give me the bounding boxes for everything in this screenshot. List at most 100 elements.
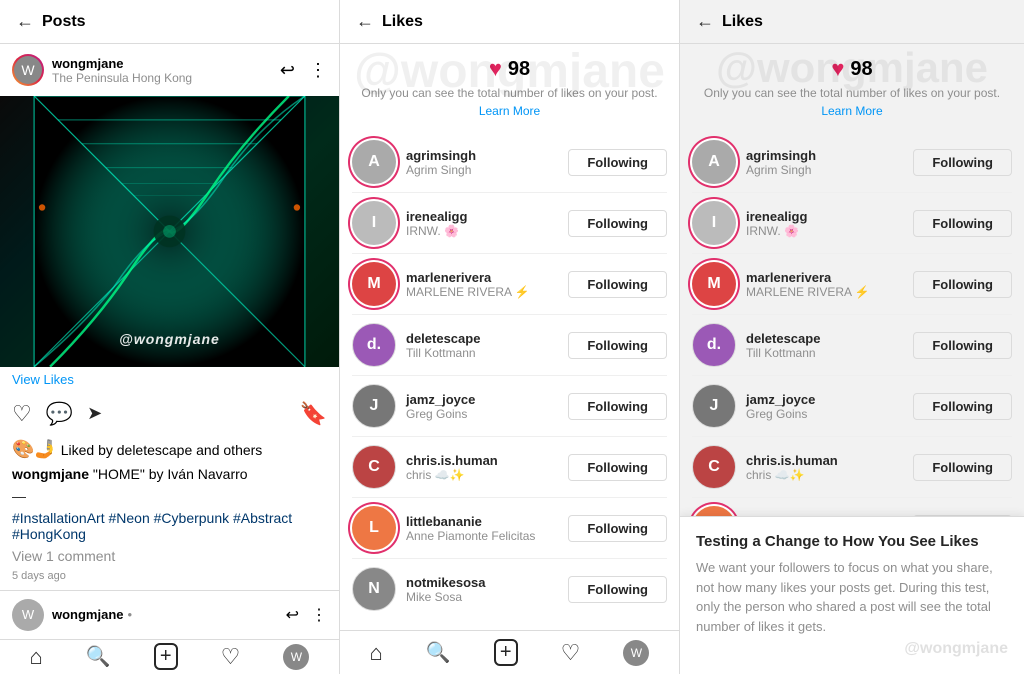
nav-home-2[interactable]: ⌂: [370, 640, 383, 666]
like-user-info: notmikesosaMike Sosa: [406, 575, 558, 604]
bottom-reply-icon[interactable]: ↩: [286, 605, 299, 625]
reply-icon[interactable]: ↩: [280, 60, 295, 81]
like-user-info: marleneriveraMARLENE RIVERA ⚡: [746, 270, 903, 299]
caption-username[interactable]: wongmjane: [12, 466, 89, 482]
comment-icon[interactable]: 💬: [46, 401, 73, 427]
share-icon[interactable]: ➤: [87, 403, 102, 424]
bookmark-icon[interactable]: 🔖: [300, 401, 327, 427]
post-caption: wongmjane "HOME" by Iván Navarro: [0, 464, 339, 486]
follow-button[interactable]: Following: [913, 210, 1012, 237]
like-item: d. deletescapeTill Kottmann Following: [340, 315, 679, 375]
like-item: Cchris.is.humanchris ☁️✨Following: [340, 437, 679, 497]
likes-panel-3: ← Likes @wongmjane ♥ 98 Only you can see…: [680, 0, 1024, 674]
follow-button[interactable]: Following: [568, 210, 667, 237]
likes-back-icon[interactable]: ←: [356, 11, 374, 32]
like-username[interactable]: deletescape: [746, 331, 903, 346]
back-icon[interactable]: ←: [16, 11, 34, 32]
post-comments[interactable]: View 1 comment: [0, 546, 339, 566]
likes-watermark-3: @wongmjane: [716, 44, 988, 92]
post-username[interactable]: wongmjane: [52, 56, 280, 71]
like-item: NnotmikesosaMike SosaFollowing: [340, 559, 679, 619]
like-avatar: L: [352, 506, 396, 550]
bottom-more-icon[interactable]: ⋮: [311, 605, 327, 625]
view-likes-link[interactable]: View Likes: [12, 372, 74, 387]
like-username[interactable]: chris.is.human: [406, 453, 558, 468]
overlay-title: Testing a Change to How You See Likes: [696, 533, 1008, 550]
likes-panel: ← Likes @wongmjane ♥ 98 Only you can see…: [340, 0, 680, 674]
nav-search-1[interactable]: 🔍: [86, 644, 111, 669]
post-header: W wongmjane The Peninsula Hong Kong ↩ ⋮: [0, 44, 339, 96]
follow-button[interactable]: Following: [913, 271, 1012, 298]
learn-more-container: Learn More: [352, 102, 667, 120]
like-avatar-wrap: C: [692, 445, 736, 489]
like-username[interactable]: marlenerivera: [746, 270, 903, 285]
learn-more-link-3[interactable]: Learn More: [821, 104, 882, 118]
like-username[interactable]: agrimsingh: [406, 148, 558, 163]
like-display-name: Greg Goins: [746, 407, 903, 421]
follow-button[interactable]: Following: [913, 149, 1012, 176]
like-item: AagrimsinghAgrim SinghFollowing: [340, 132, 679, 192]
like-username[interactable]: irenealigg: [746, 209, 903, 224]
like-display-name: chris ☁️✨: [406, 468, 558, 482]
like-username[interactable]: agrimsingh: [746, 148, 903, 163]
like-avatar: M: [692, 262, 736, 306]
like-display-name: IRNW. 🌸: [406, 224, 558, 238]
like-avatar-wrap: I: [352, 201, 396, 245]
like-display-name: Till Kottmann: [406, 346, 558, 360]
follow-button[interactable]: Following: [568, 332, 667, 359]
post-tags[interactable]: #InstallationArt #Neon #Cyberpunk #Abstr…: [0, 506, 339, 546]
like-avatar: J: [352, 384, 396, 428]
heart-icon[interactable]: ♡: [12, 401, 32, 427]
follow-button[interactable]: Following: [568, 454, 667, 481]
like-item: d.deletescapeTill KottmannFollowing: [680, 315, 1024, 375]
like-user-info: agrimsinghAgrim Singh: [746, 148, 903, 177]
nav-bar-2: ⌂ 🔍 + ♡ W: [340, 630, 679, 674]
caption-text: "HOME" by Iván Navarro: [93, 466, 248, 482]
nav-avatar-2[interactable]: W: [623, 640, 649, 666]
like-user-info: chris.is.humanchris ☁️✨: [746, 453, 903, 482]
bottom-user: W wongmjane • ↩ ⋮: [0, 590, 339, 639]
learn-more-link[interactable]: Learn More: [479, 104, 540, 118]
nav-add-1[interactable]: +: [154, 643, 178, 670]
like-username[interactable]: deletescape: [406, 331, 558, 346]
follow-button[interactable]: Following: [913, 332, 1012, 359]
post-liked-by: 🎨🤳 Liked by deletescape and others: [0, 435, 339, 464]
likes-count-section: @wongmjane ♥ 98 Only you can see the tot…: [340, 44, 679, 132]
like-username[interactable]: notmikesosa: [406, 575, 558, 590]
nav-avatar-1[interactable]: W: [283, 644, 309, 670]
like-avatar: I: [352, 201, 396, 245]
follow-button[interactable]: Following: [913, 454, 1012, 481]
nav-add-2[interactable]: +: [494, 639, 518, 666]
like-item: Cchris.is.humanchris ☁️✨ Following: [680, 437, 1024, 497]
nav-home-1[interactable]: ⌂: [30, 644, 43, 670]
nav-search-2[interactable]: 🔍: [426, 640, 451, 665]
follow-button[interactable]: Following: [568, 393, 667, 420]
follow-button[interactable]: Following: [913, 393, 1012, 420]
follow-button[interactable]: Following: [568, 576, 667, 603]
like-username[interactable]: jamz_joyce: [746, 392, 903, 407]
follow-button[interactable]: Following: [568, 515, 667, 542]
likes-back-icon-3[interactable]: ←: [696, 11, 714, 32]
like-item: Jjamz_joyceGreg GoinsFollowing: [340, 376, 679, 436]
like-display-name: chris ☁️✨: [746, 468, 903, 482]
likes-title: Likes: [382, 13, 423, 31]
like-username[interactable]: irenealigg: [406, 209, 558, 224]
nav-heart-2[interactable]: ♡: [561, 640, 581, 666]
like-avatar-wrap: M: [692, 262, 736, 306]
follow-button[interactable]: Following: [568, 149, 667, 176]
post-user-info: wongmjane The Peninsula Hong Kong: [52, 56, 280, 85]
view-likes-container: View Likes: [0, 367, 339, 393]
follow-button[interactable]: Following: [568, 271, 667, 298]
like-username[interactable]: jamz_joyce: [406, 392, 558, 407]
like-item: IirenealiggIRNW. 🌸 Following: [340, 193, 679, 253]
like-username[interactable]: littlebananie: [406, 514, 558, 529]
like-display-name: Agrim Singh: [746, 163, 903, 177]
like-display-name: Till Kottmann: [746, 346, 903, 360]
like-item: LlittlebananieAnne Piamonte FelicitasFol…: [340, 498, 679, 558]
like-username[interactable]: chris.is.human: [746, 453, 903, 468]
more-icon[interactable]: ⋮: [309, 60, 327, 81]
like-username[interactable]: marlenerivera: [406, 270, 558, 285]
like-display-name: Agrim Singh: [406, 163, 558, 177]
nav-heart-1[interactable]: ♡: [221, 644, 241, 670]
like-avatar: d.: [352, 323, 396, 367]
